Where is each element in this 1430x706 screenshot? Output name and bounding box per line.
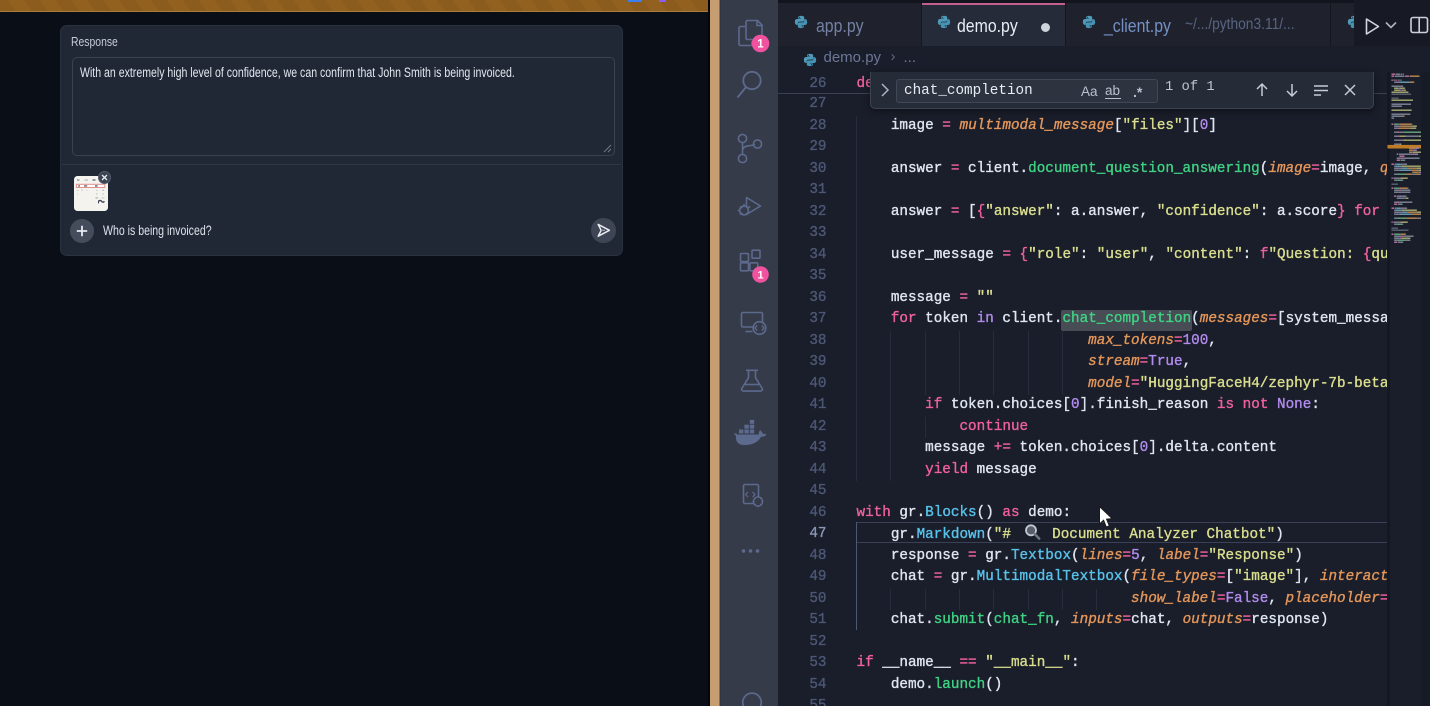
svg-text:1: 1 — [757, 269, 763, 281]
svg-text:1: 1 — [757, 39, 764, 51]
